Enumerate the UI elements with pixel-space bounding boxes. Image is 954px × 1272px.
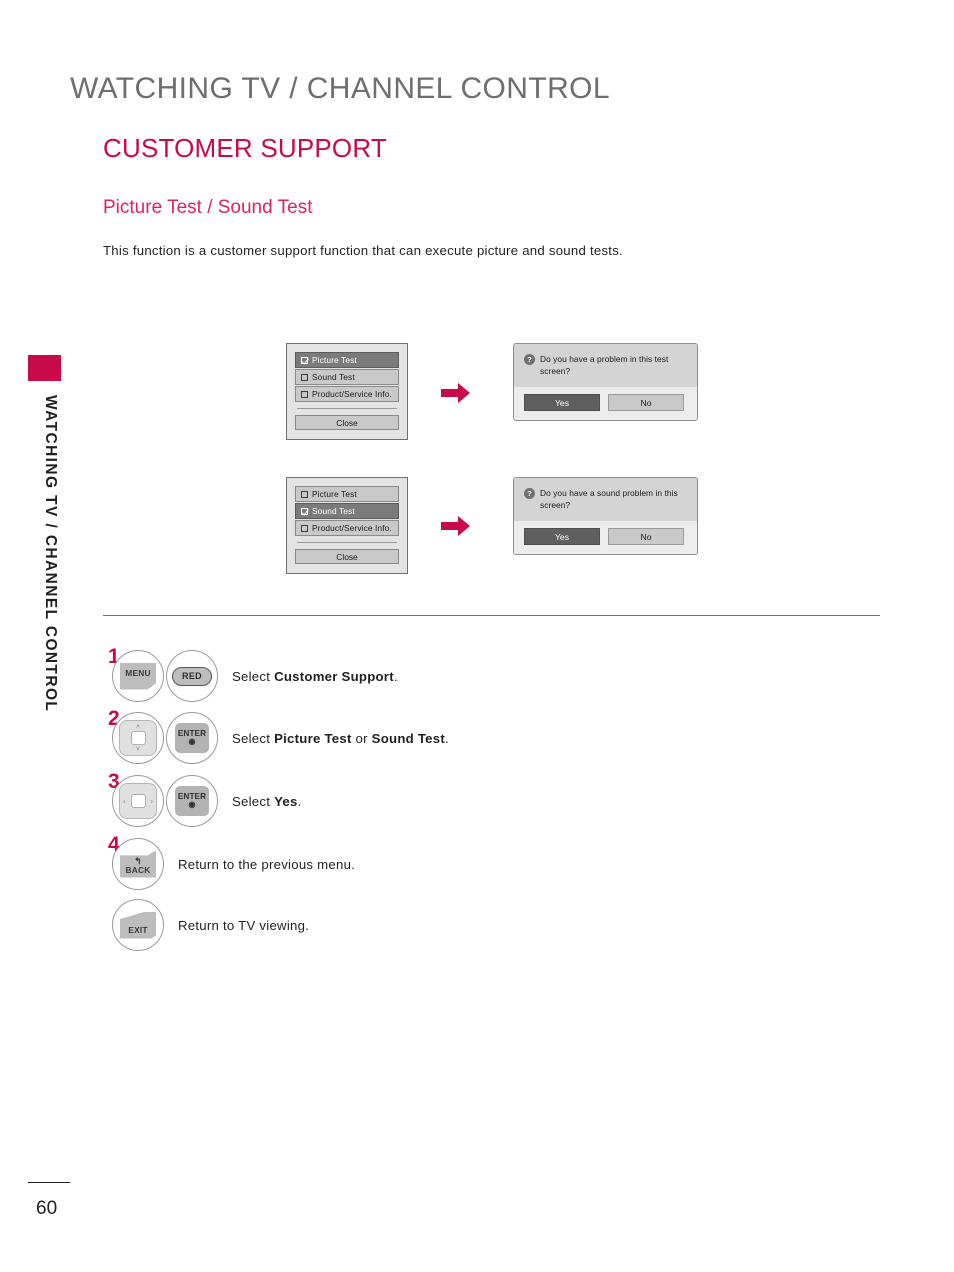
- checkbox-unchecked-icon: [301, 490, 308, 498]
- dialog-yes-button[interactable]: Yes: [524, 528, 600, 546]
- red-key-label: RED: [182, 671, 202, 681]
- step-4-instruction: Return to the previous menu.: [178, 856, 356, 872]
- menu-item-product-service-info[interactable]: Product/Service Info.: [295, 386, 399, 402]
- osd-dialog-picture-test: ? Do you have a problem in this test scr…: [513, 343, 698, 422]
- chevron-right-icon: ›: [150, 796, 154, 806]
- step-exit-instruction: Return to TV viewing.: [178, 917, 310, 933]
- flow-arrow-icon: [441, 516, 470, 536]
- menu-item-label: Product/Service Info.: [312, 523, 392, 533]
- page-title: CUSTOMER SUPPORT: [103, 133, 387, 163]
- osd-menu-picture-test: Picture Test Sound Test Product/Service …: [286, 343, 408, 440]
- nav-left-right-button[interactable]: ‹ ›: [112, 775, 164, 827]
- dialog-yes-button[interactable]: Yes: [524, 394, 600, 412]
- menu-item-label: Product/Service Info.: [312, 389, 392, 399]
- menu-item-sound-test[interactable]: Sound Test: [295, 369, 399, 385]
- step-row-1: MENU RED Select Customer Support.: [112, 650, 398, 702]
- checkbox-checked-icon: [301, 356, 308, 364]
- back-key-label: BACK: [125, 865, 151, 875]
- back-button[interactable]: ↰ BACK: [112, 838, 164, 890]
- checkbox-checked-icon: [301, 507, 308, 515]
- question-mark-icon: ?: [524, 487, 535, 499]
- menu-item-label: Sound Test: [312, 372, 355, 382]
- nav-up-down-icon: ^ ˅: [119, 720, 157, 756]
- chapter-title: WATCHING TV / CHANNEL CONTROL: [70, 72, 610, 105]
- step-2-instruction: Select Picture Test or Sound Test.: [232, 730, 449, 746]
- dialog-no-button[interactable]: No: [608, 394, 684, 412]
- nav-up-down-button[interactable]: ^ ˅: [112, 712, 164, 764]
- menu-item-label: Picture Test: [312, 489, 357, 499]
- sidebar-chapter-label: WATCHING TV / CHANNEL CONTROL: [20, 395, 80, 815]
- nav-center: [130, 794, 146, 808]
- menu-item-picture-test[interactable]: Picture Test: [295, 486, 399, 502]
- close-button[interactable]: Close: [295, 549, 399, 564]
- dialog-message: Do you have a sound problem in this scre…: [540, 488, 678, 511]
- sidebar-chapter-tab: [28, 355, 61, 381]
- dialog-no-button[interactable]: No: [608, 528, 684, 546]
- step-row-3: ‹ › ENTER ◉ Select Yes.: [112, 775, 302, 827]
- dialog-message-area: ? Do you have a problem in this test scr…: [514, 344, 697, 388]
- checkbox-unchecked-icon: [301, 373, 308, 381]
- osd-dialog-sound-test: ? Do you have a sound problem in this sc…: [513, 477, 698, 556]
- question-mark-icon: ?: [524, 353, 535, 365]
- chevron-left-icon: ‹: [123, 796, 126, 806]
- menu-item-product-service-info[interactable]: Product/Service Info.: [295, 520, 399, 536]
- close-button[interactable]: Close: [295, 415, 399, 430]
- page-number: 60: [36, 1198, 58, 1219]
- exit-key-label: EXIT: [128, 924, 148, 935]
- menu-key-label: MENU: [125, 667, 151, 678]
- dialog-message-area: ? Do you have a sound problem in this sc…: [514, 478, 697, 522]
- checkbox-unchecked-icon: [301, 524, 308, 532]
- red-key-icon: RED: [172, 666, 212, 686]
- menu-item-label: Picture Test: [312, 355, 357, 365]
- exit-key-icon: EXIT: [120, 911, 156, 939]
- menu-item-label: Sound Test: [312, 506, 355, 516]
- enter-key-dot-icon: ◉: [188, 800, 196, 810]
- sidebar-chapter-label-text: WATCHING TV / CHANNEL CONTROL: [42, 395, 59, 713]
- step-3-instruction: Select Yes.: [232, 793, 302, 809]
- menu-button[interactable]: MENU: [112, 650, 164, 702]
- flow-arrow-icon: [441, 383, 470, 403]
- back-key-icon: ↰ BACK: [120, 850, 156, 878]
- chevron-down-icon: ˅: [135, 744, 141, 753]
- enter-key-icon: ENTER ◉: [175, 723, 209, 753]
- exit-button[interactable]: EXIT: [112, 899, 164, 951]
- section-divider: [103, 615, 880, 616]
- nav-left-right-icon: ‹ ›: [119, 783, 157, 819]
- enter-key-dot-icon: ◉: [188, 737, 196, 747]
- step-1-instruction: Select Customer Support.: [232, 668, 398, 684]
- red-button[interactable]: RED: [166, 650, 218, 702]
- menu-divider: [297, 542, 397, 543]
- dialog-button-row: Yes No: [514, 387, 697, 421]
- step-row-2: ^ ˅ ENTER ◉ Select Picture Test or Sound…: [112, 712, 449, 764]
- menu-divider: [297, 408, 397, 409]
- intro-paragraph: This function is a customer support func…: [103, 243, 623, 258]
- enter-key-icon: ENTER ◉: [175, 786, 209, 816]
- chevron-up-icon: ^: [136, 722, 140, 732]
- enter-button[interactable]: ENTER ◉: [166, 775, 218, 827]
- step-row-exit: EXIT Return to TV viewing.: [112, 899, 309, 951]
- checkbox-unchecked-icon: [301, 390, 308, 398]
- footer-rule: [28, 1182, 70, 1183]
- menu-item-sound-test[interactable]: Sound Test: [295, 503, 399, 519]
- enter-button[interactable]: ENTER ◉: [166, 712, 218, 764]
- dialog-message: Do you have a problem in this test scree…: [540, 354, 669, 377]
- step-row-4: ↰ BACK Return to the previous menu.: [112, 838, 355, 890]
- back-arrow-icon: ↰: [134, 856, 142, 866]
- menu-item-picture-test[interactable]: Picture Test: [295, 352, 399, 368]
- nav-center: [130, 731, 146, 745]
- menu-key-icon: MENU: [120, 662, 156, 690]
- sub-section-title: Picture Test / Sound Test: [103, 197, 313, 218]
- osd-menu-sound-test: Picture Test Sound Test Product/Service …: [286, 477, 408, 574]
- dialog-button-row: Yes No: [514, 521, 697, 555]
